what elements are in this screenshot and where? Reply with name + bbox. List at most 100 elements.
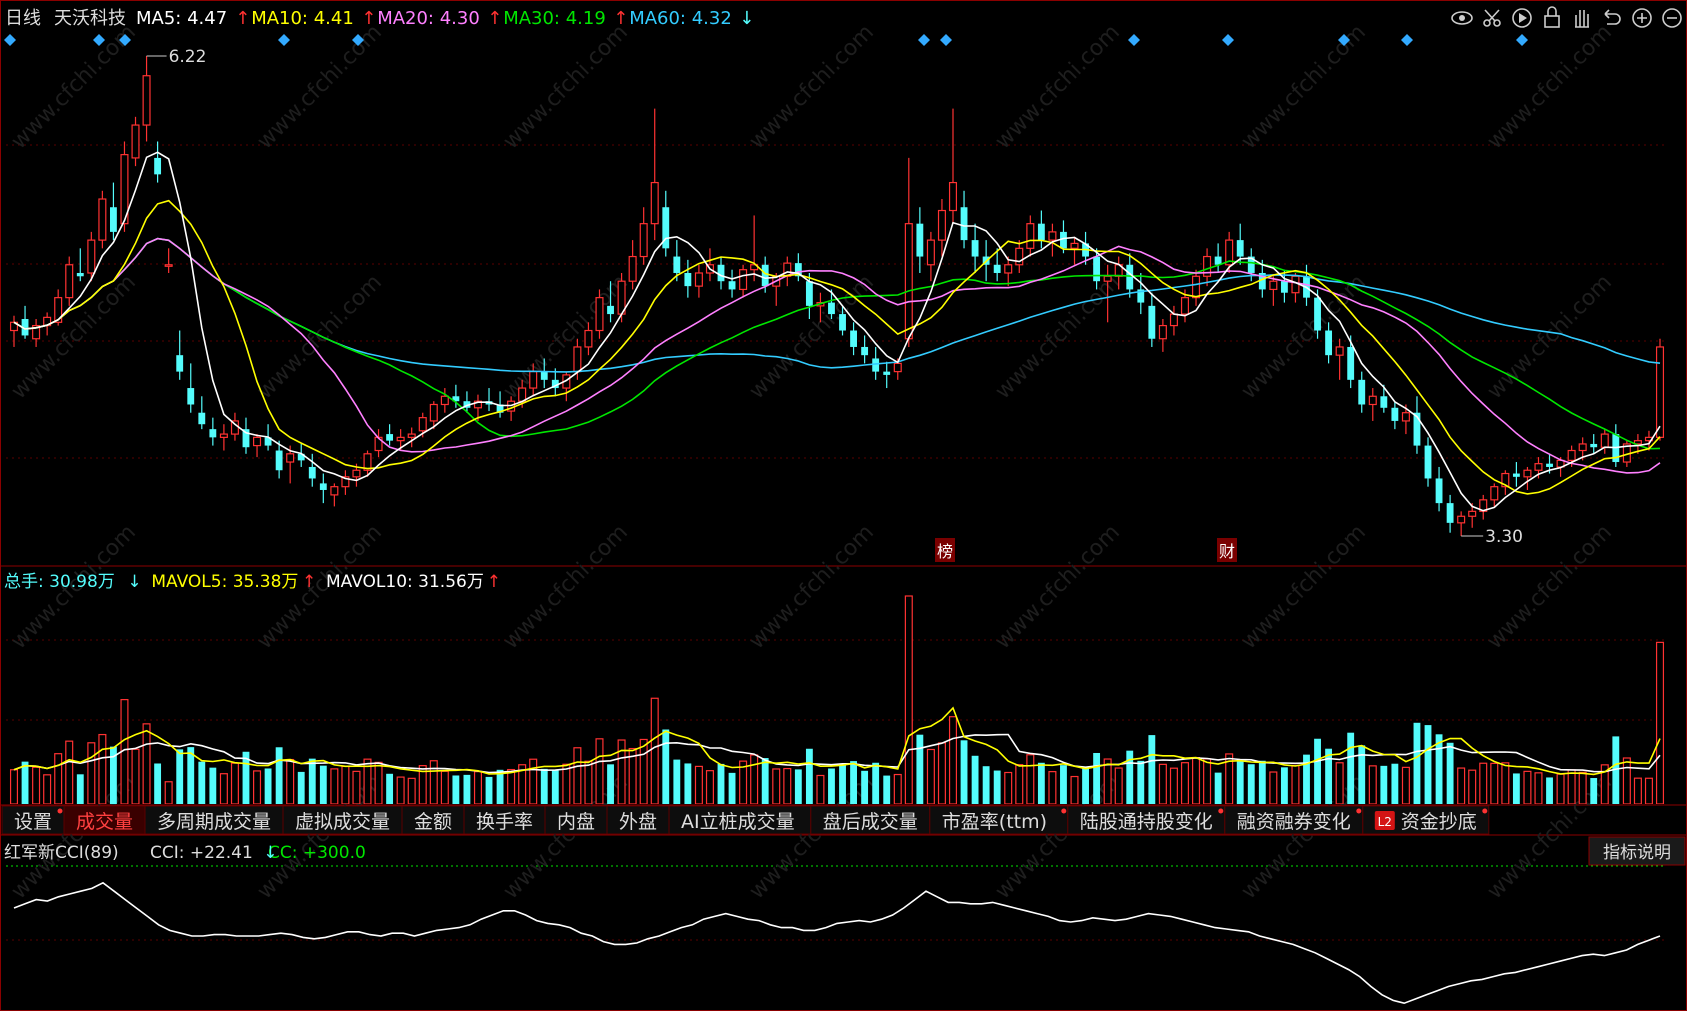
tab-7[interactable]: 外盘 xyxy=(606,805,670,835)
explain-button-label[interactable]: 指标说明 xyxy=(1603,843,1671,863)
candle-body xyxy=(1567,449,1576,461)
volume-legend-item-2: MAVOL10: 31.56万 xyxy=(326,572,484,592)
event-mark-0[interactable]: 榜 xyxy=(937,542,953,561)
volume-bar xyxy=(1501,762,1510,804)
stock-name: 天沃科技 xyxy=(54,8,126,29)
tab-dot xyxy=(1218,808,1224,814)
zoom-in-icon[interactable] xyxy=(1632,8,1652,28)
candle-body xyxy=(1534,463,1543,471)
tab-label[interactable]: 盘后成交量 xyxy=(823,811,918,833)
replay-icon[interactable] xyxy=(1512,8,1532,28)
volume-bar xyxy=(1060,765,1067,804)
candle-body xyxy=(1358,379,1366,405)
volume-bar xyxy=(1622,757,1631,804)
tab-label[interactable]: 陆股通持股变化 xyxy=(1080,811,1213,833)
candle-body xyxy=(1446,503,1454,523)
candle-body xyxy=(805,281,813,306)
tab-0[interactable]: 设置 xyxy=(1,805,65,835)
volume-bar xyxy=(32,766,41,804)
candle-body xyxy=(176,355,184,372)
chart-svg: www.cfchi.com www.cfchi.com www.cfchi.com w… xyxy=(0,0,1687,1011)
period-label[interactable]: 日线 xyxy=(5,8,41,29)
eye-icon[interactable] xyxy=(1451,11,1473,25)
event-diamond[interactable] xyxy=(1222,34,1234,46)
ma-legend-arrow-1: ↑ xyxy=(361,8,376,29)
explain-button[interactable]: 指标说明 xyxy=(1588,836,1686,866)
hand-icon[interactable] xyxy=(1575,10,1589,28)
event-diamond[interactable] xyxy=(1516,34,1528,46)
volume-bar xyxy=(1280,767,1288,804)
tab-4[interactable]: 金额 xyxy=(401,805,465,835)
tab-label[interactable]: 成交量 xyxy=(76,811,133,833)
volume-bar xyxy=(9,769,19,804)
candle-body xyxy=(1578,443,1587,452)
tab-8[interactable]: AI立桩成交量 xyxy=(668,805,812,835)
tab-label[interactable]: 市盈率(ttm) xyxy=(942,811,1047,833)
event-diamond[interactable] xyxy=(1128,34,1140,46)
tab-label[interactable]: 内盘 xyxy=(557,811,595,833)
volume-bar xyxy=(639,738,648,804)
candle-body xyxy=(1070,242,1079,249)
tab-13[interactable]: L2 资金抄底 xyxy=(1362,805,1490,835)
tab-label[interactable]: 虚拟成交量 xyxy=(295,811,390,833)
tab-11[interactable]: 陆股通持股变化 xyxy=(1067,805,1226,835)
lock-icon[interactable] xyxy=(1544,6,1560,28)
volume-bar xyxy=(98,733,107,804)
tab-1[interactable]: 成交量 xyxy=(63,805,146,835)
event-diamond[interactable] xyxy=(940,34,952,46)
toolbar xyxy=(1451,6,1682,28)
undo-icon[interactable] xyxy=(1604,9,1621,25)
event-diamond[interactable] xyxy=(918,34,930,46)
candle-body xyxy=(98,198,107,241)
tab-12[interactable]: 融资融券变化 xyxy=(1224,805,1364,835)
candle-body xyxy=(1103,275,1112,282)
candle-body xyxy=(386,434,394,441)
event-diamond[interactable] xyxy=(4,34,16,46)
scissors-icon[interactable] xyxy=(1483,9,1501,27)
event-mark-1[interactable]: 财 xyxy=(1219,542,1235,561)
tab-label[interactable]: 资金抄底 xyxy=(1401,811,1477,833)
tab-2[interactable]: 多周期成交量 xyxy=(144,805,284,835)
tab-label[interactable]: 多周期成交量 xyxy=(157,811,271,833)
event-diamond[interactable] xyxy=(278,34,290,46)
tab-5[interactable]: 换手率 xyxy=(463,805,546,835)
tab-label[interactable]: 外盘 xyxy=(619,811,657,833)
tab-6[interactable]: 内盘 xyxy=(544,805,608,835)
candle-body xyxy=(937,209,946,241)
candle-body xyxy=(286,453,295,463)
volume-bar xyxy=(1556,773,1565,804)
tab-label[interactable]: 融资融券变化 xyxy=(1237,811,1351,833)
candle-body xyxy=(1468,510,1477,517)
volume-bar xyxy=(1523,770,1532,804)
volume-bar xyxy=(1479,762,1488,804)
candle-body xyxy=(76,272,84,277)
candle-body xyxy=(352,469,361,478)
volume-bar xyxy=(728,772,736,804)
tab-label[interactable]: 金额 xyxy=(414,811,452,833)
tab-10[interactable]: 市盈率(ttm) xyxy=(929,805,1069,835)
candle-body xyxy=(1004,264,1013,274)
tab-3[interactable]: 虚拟成交量 xyxy=(282,805,403,835)
ma30-line xyxy=(13,237,1661,450)
ma5-line xyxy=(13,151,1661,512)
candle-body xyxy=(828,302,835,315)
tab-label[interactable]: AI立桩成交量 xyxy=(681,811,795,833)
candle-body xyxy=(1424,445,1432,479)
tab-9[interactable]: 盘后成交量 xyxy=(810,805,931,835)
candle-body xyxy=(584,329,593,348)
candle-body xyxy=(1048,231,1057,241)
tab-dot xyxy=(1356,808,1362,814)
candle-body xyxy=(1590,443,1598,448)
volume-bar xyxy=(142,723,151,804)
candle-body xyxy=(761,264,769,287)
tab-label[interactable]: 设置 xyxy=(14,811,52,833)
event-diamond[interactable] xyxy=(1401,34,1413,46)
volume-bar xyxy=(440,770,449,804)
zoom-out-icon[interactable] xyxy=(1662,8,1682,28)
tab-label[interactable]: 换手率 xyxy=(476,811,533,833)
candle-body xyxy=(1600,433,1609,448)
volume-bar xyxy=(1004,771,1013,804)
candle-body xyxy=(904,223,913,340)
volume-bar xyxy=(783,767,792,804)
volume-legend-arrow-0: ↓ xyxy=(127,572,141,592)
